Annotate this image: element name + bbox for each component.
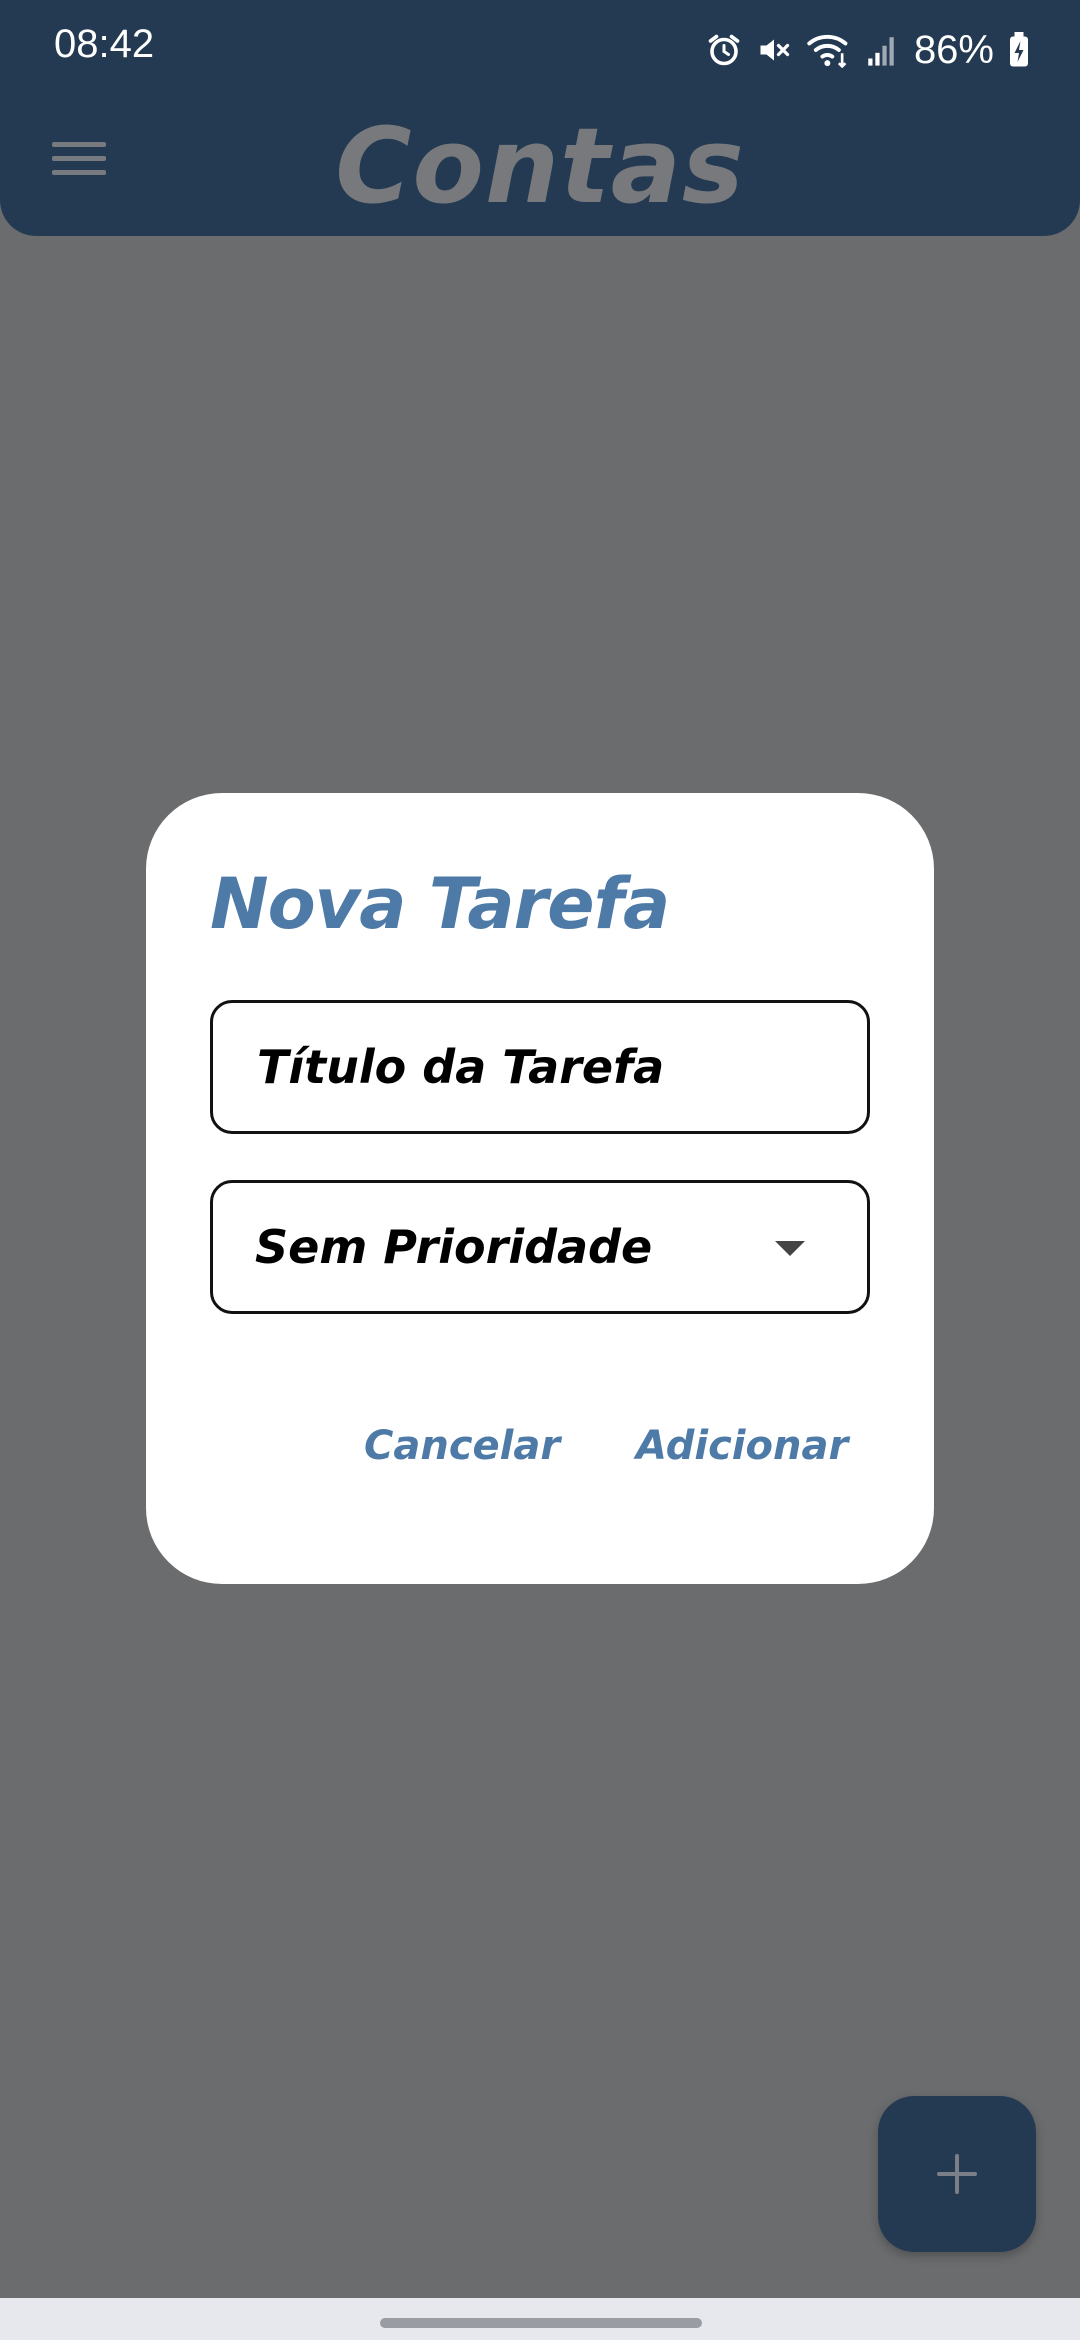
task-title-placeholder: Título da Tarefa: [257, 1040, 665, 1094]
home-gesture-handle[interactable]: [380, 2318, 702, 2328]
signal-icon: [866, 33, 896, 67]
priority-selected-value: Sem Prioridade: [255, 1220, 653, 1274]
add-button[interactable]: Adicionar: [636, 1423, 848, 1469]
cancel-button[interactable]: Cancelar: [364, 1423, 560, 1469]
dialog-title: Nova Tarefa: [210, 863, 670, 945]
add-task-fab[interactable]: [878, 2096, 1036, 2252]
wifi-icon: [806, 30, 852, 70]
battery-charging-icon: [1008, 32, 1030, 68]
task-title-input[interactable]: Título da Tarefa: [210, 1000, 870, 1134]
status-time: 08:42: [54, 22, 155, 66]
system-nav-bar: [0, 2298, 1080, 2340]
mute-icon: [756, 32, 792, 68]
plus-icon: [933, 2150, 981, 2198]
page-title: Contas: [335, 105, 745, 227]
battery-percent: 86%: [913, 27, 994, 72]
new-task-dialog: Nova Tarefa Título da Tarefa Sem Priorid…: [146, 793, 934, 1584]
dropdown-arrow-icon: [775, 1241, 805, 1256]
dialog-actions: Cancelar Adicionar: [146, 1423, 934, 1483]
priority-select[interactable]: Sem Prioridade: [210, 1180, 870, 1314]
alarm-icon: [706, 32, 742, 68]
status-icons: 86%: [706, 22, 1030, 78]
app-header: 08:42 86% Contas: [0, 0, 1080, 236]
